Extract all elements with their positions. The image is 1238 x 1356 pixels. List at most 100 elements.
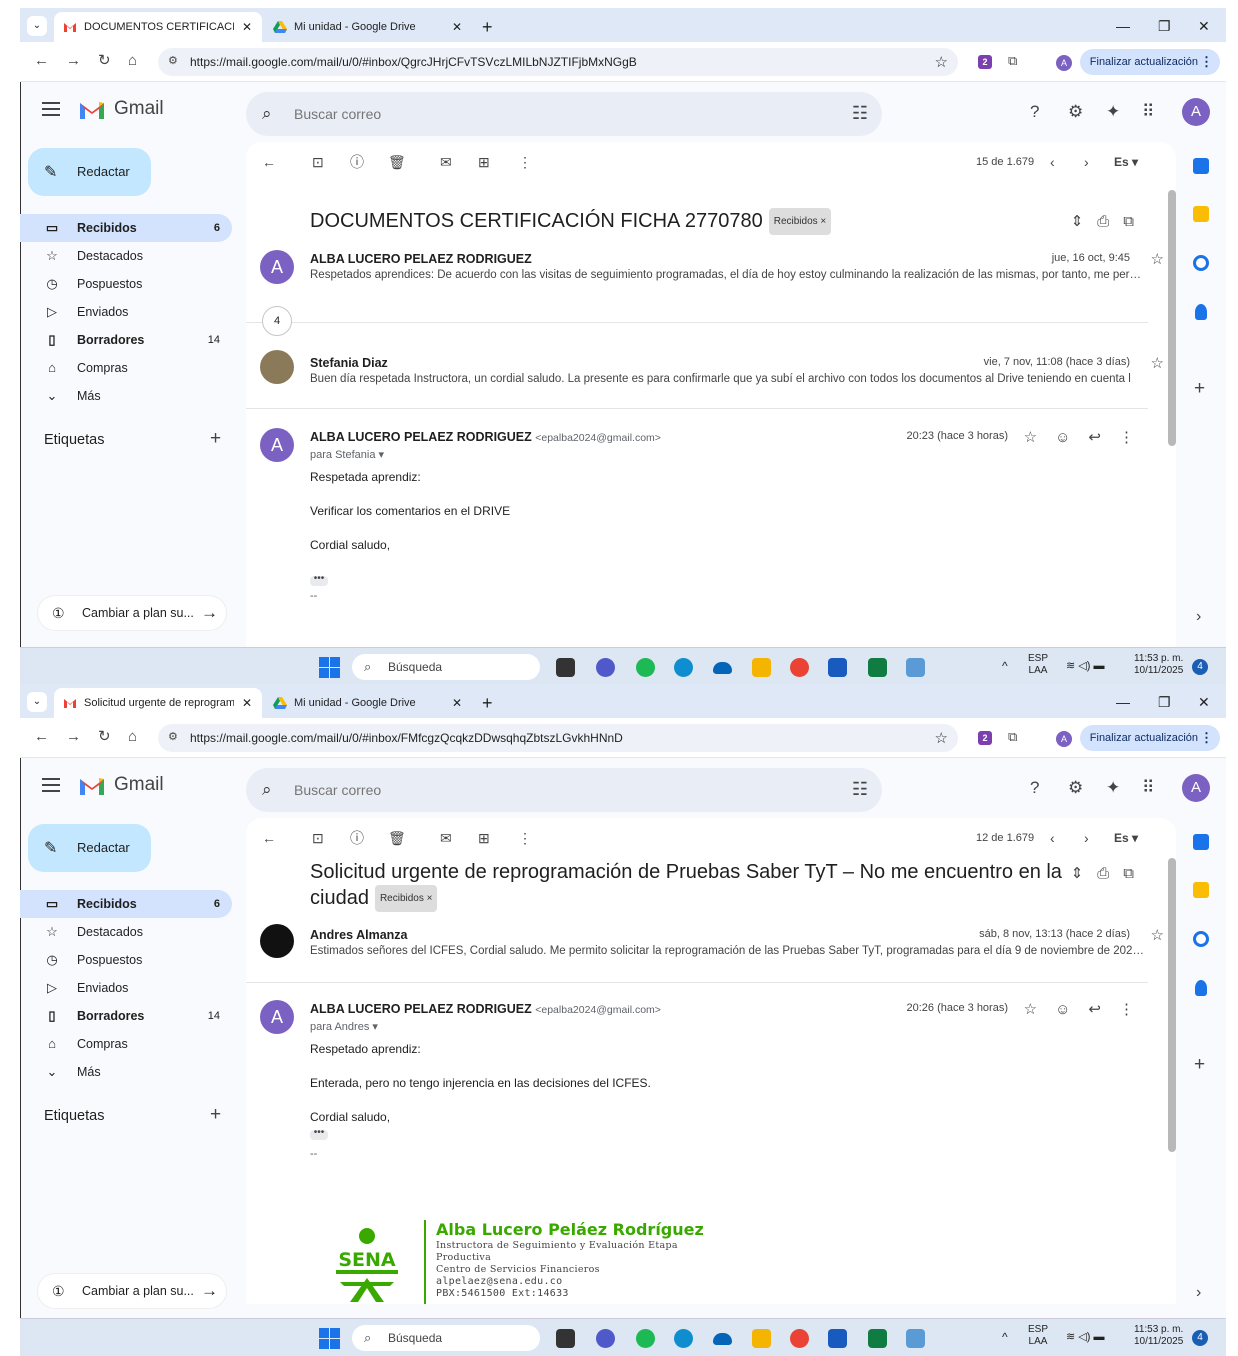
mark-unread-icon[interactable]: ✉ [440, 154, 452, 170]
tab-gmail[interactable]: Solicitud urgente de reprogram ✕ [54, 688, 262, 718]
minimize-button[interactable]: — [1116, 12, 1130, 40]
clock[interactable]: 11:53 p. m. 10/11/2025 [1134, 1324, 1183, 1348]
sidebar-item-mas[interactable]: ⌄ Más [20, 1058, 232, 1086]
inbox-label-badge[interactable]: Recibidos × [374, 885, 438, 912]
update-button[interactable]: Finalizar actualización ⋮ [1079, 725, 1220, 751]
star-icon[interactable]: ☆ [1024, 429, 1055, 446]
excel-icon[interactable] [868, 658, 887, 677]
star-icon[interactable]: ☆ [1151, 354, 1164, 372]
excel-icon[interactable] [868, 1329, 887, 1348]
close-window-button[interactable]: ✕ [1198, 688, 1210, 716]
calendar-icon[interactable] [1193, 834, 1209, 850]
keep-icon[interactable] [1193, 882, 1209, 898]
emoji-react-icon[interactable]: ☺ [1055, 1001, 1088, 1018]
star-icon[interactable]: ☆ [1151, 250, 1164, 268]
input-tools-icon[interactable]: Es ▾ [1114, 830, 1138, 846]
back-to-inbox-icon[interactable]: ← [262, 154, 276, 170]
profile-icon[interactable]: A [1056, 731, 1072, 747]
show-trimmed-button[interactable]: ••• [310, 1128, 328, 1140]
tasks-icon[interactable] [1193, 931, 1209, 947]
show-trimmed-button[interactable]: ••• [310, 574, 328, 586]
star-icon[interactable]: ☆ [1024, 1001, 1055, 1018]
windows-start-icon[interactable] [319, 1328, 340, 1349]
older-icon[interactable]: › [1084, 154, 1089, 170]
file-explorer-icon[interactable] [752, 658, 771, 677]
more-options-icon[interactable]: ⋮ [1119, 1001, 1152, 1018]
move-to-icon[interactable]: ⊞ [478, 830, 490, 846]
scrollbar[interactable] [1168, 858, 1176, 1152]
site-info-icon[interactable]: ⚙ [168, 730, 178, 743]
collapsed-count[interactable]: 4 [262, 306, 292, 336]
reply-icon[interactable]: ↩ [1088, 1001, 1119, 1018]
tasks-icon[interactable] [1193, 255, 1209, 271]
sidebar-item-enviados[interactable]: ▷ Enviados [20, 298, 232, 326]
site-info-icon[interactable]: ⚙ [168, 54, 178, 67]
emoji-react-icon[interactable]: ☺ [1055, 429, 1088, 446]
account-avatar[interactable]: A [1182, 774, 1210, 802]
forward-icon[interactable]: → [66, 728, 81, 746]
search-icon[interactable]: ⌕ [262, 780, 272, 800]
move-to-icon[interactable]: ⊞ [478, 154, 490, 170]
minimize-button[interactable]: — [1116, 688, 1130, 716]
update-button[interactable]: Finalizar actualización ⋮ [1079, 49, 1220, 75]
close-tab-icon[interactable]: ✕ [452, 12, 462, 42]
signature-email[interactable]: alpelaez@sena.edu.co [436, 1276, 562, 1287]
word-icon[interactable] [828, 658, 847, 677]
language-indicator[interactable]: ESP LAA [1028, 653, 1048, 677]
chrome-icon[interactable] [790, 1329, 809, 1348]
archive-icon[interactable]: ⊡ [312, 154, 324, 170]
home-icon[interactable]: ⌂ [128, 52, 137, 70]
settings-gear-icon[interactable]: ⚙ [1068, 102, 1083, 122]
newer-icon[interactable]: ‹ [1050, 154, 1055, 170]
sidebar-item-recibidos[interactable]: ▭ Recibidos 6 [20, 214, 232, 242]
sidebar-item-borradores[interactable]: ▯ Borradores 14 [20, 1002, 232, 1030]
tray-overflow-icon[interactable]: ^ [1002, 1331, 1008, 1343]
taskbar-search[interactable]: ⌕ Búsqueda [352, 1325, 540, 1351]
task-view-icon[interactable] [556, 1329, 575, 1348]
notification-badge[interactable]: 4 [1192, 1330, 1208, 1346]
sidebar-item-compras[interactable]: ⌂ Compras [20, 354, 232, 382]
search-bar[interactable]: ⌕ ☷ [246, 92, 882, 136]
apps-grid-icon[interactable]: ⠿ [1142, 778, 1154, 798]
profile-icon[interactable]: A [1056, 55, 1072, 71]
inbox-label-badge[interactable]: Recibidos × [768, 208, 832, 235]
edge-icon[interactable] [674, 658, 693, 677]
new-tab-button[interactable]: + [482, 12, 493, 42]
close-tab-icon[interactable]: ✕ [452, 688, 462, 718]
home-icon[interactable]: ⌂ [128, 728, 137, 746]
delete-icon[interactable]: 🗑 [388, 830, 406, 846]
tab-search-button[interactable]: ⌄ [27, 692, 47, 712]
new-window-icon[interactable]: ⧉ [1123, 213, 1148, 230]
reload-icon[interactable]: ↻ [98, 728, 111, 746]
gemini-sparkle-icon[interactable]: ✦ [1106, 778, 1120, 798]
get-addons-icon[interactable]: + [1194, 378, 1205, 400]
delete-icon[interactable]: 🗑 [388, 154, 406, 170]
taskbar-search[interactable]: ⌕ Búsqueda [352, 654, 540, 680]
file-explorer-icon[interactable] [752, 1329, 771, 1348]
sidebar-item-destacados[interactable]: ☆ Destacados [20, 242, 232, 270]
search-options-icon[interactable]: ☷ [852, 103, 868, 124]
extension-icon[interactable]: 2 [978, 731, 992, 745]
notification-badge[interactable]: 4 [1192, 659, 1208, 675]
mark-unread-icon[interactable]: ✉ [440, 830, 452, 846]
onedrive-icon[interactable] [713, 1333, 732, 1345]
add-label-icon[interactable]: + [210, 1104, 221, 1126]
gemini-sparkle-icon[interactable]: ✦ [1106, 102, 1120, 122]
close-tab-icon[interactable]: ✕ [242, 12, 252, 42]
url-field[interactable]: ⚙ https://mail.google.com/mail/u/0/#inbo… [158, 724, 958, 752]
edge-icon[interactable] [674, 1329, 693, 1348]
close-tab-icon[interactable]: ✕ [242, 688, 252, 718]
upgrade-plan-button[interactable]: ① Cambiar a plan su... → [38, 1274, 226, 1308]
network-volume-icon[interactable]: ≋ ◁) ▬ [1066, 660, 1104, 672]
sidebar-item-borradores[interactable]: ▯ Borradores 14 [20, 326, 232, 354]
compose-button[interactable]: ✎ Redactar [28, 824, 151, 872]
meet-icon[interactable] [596, 658, 615, 677]
bookmark-star-icon[interactable]: ☆ [935, 53, 948, 71]
back-to-inbox-icon[interactable]: ← [262, 830, 276, 846]
search-bar[interactable]: ⌕ ☷ [246, 768, 882, 812]
expand-panel-icon[interactable]: › [1196, 608, 1201, 626]
extension-icon[interactable]: 2 [978, 55, 992, 69]
maximize-button[interactable]: ❐ [1158, 12, 1171, 40]
word-icon[interactable] [828, 1329, 847, 1348]
search-input[interactable] [294, 778, 794, 802]
